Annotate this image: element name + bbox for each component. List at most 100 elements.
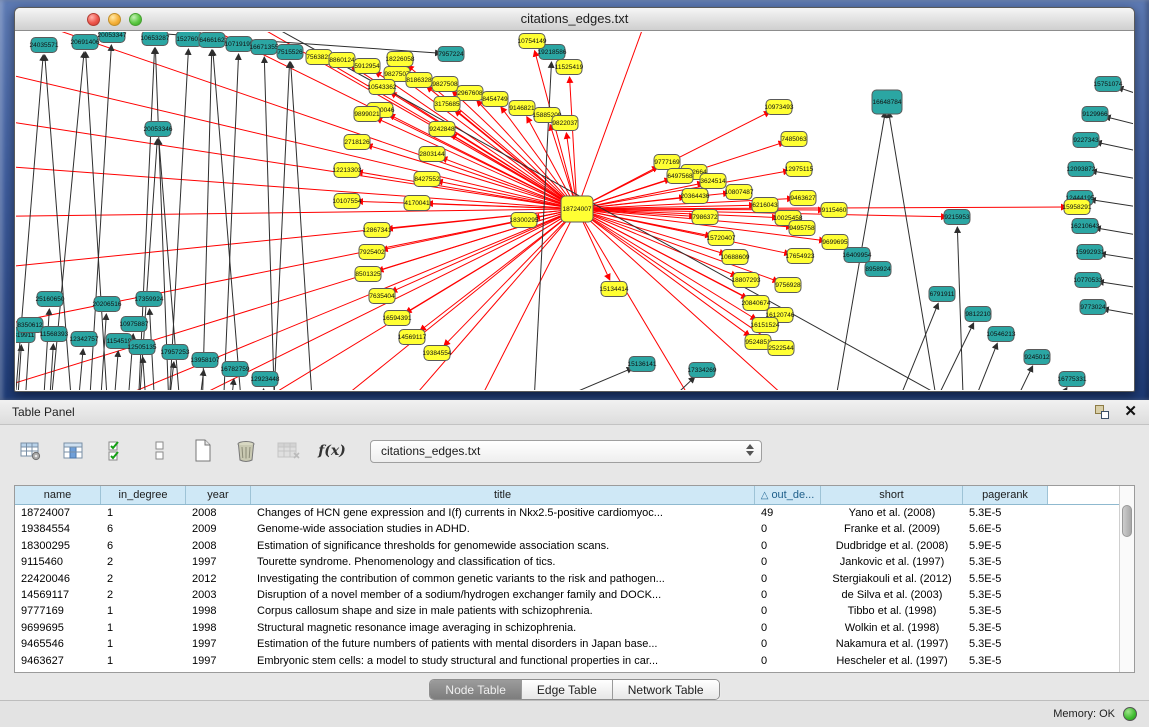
- graph-node[interactable]: 14569117: [398, 330, 427, 345]
- float-window-icon[interactable]: [1094, 404, 1110, 420]
- graph-node[interactable]: 9495758: [789, 221, 815, 236]
- graph-edge[interactable]: [420, 209, 577, 331]
- graph-node[interactable]: 17334269: [688, 363, 717, 378]
- graph-edge[interactable]: [24, 335, 29, 390]
- network-canvas[interactable]: 1872400724035571206914062005334710653287…: [16, 32, 1133, 390]
- graph-edge[interactable]: [16, 163, 577, 209]
- tab-edge-table[interactable]: Edge Table: [522, 680, 613, 699]
- graph-node[interactable]: 9463627: [790, 191, 816, 206]
- column-header-out_de[interactable]: △out_de...: [755, 486, 821, 504]
- table-row[interactable]: 1938455462009Genome-wide association stu…: [15, 521, 1134, 537]
- graph-node[interactable]: 7986372: [692, 210, 718, 225]
- graph-node[interactable]: 7925402: [359, 245, 385, 260]
- graph-edge[interactable]: [264, 57, 276, 390]
- graph-edge[interactable]: [991, 366, 1033, 390]
- graph-node[interactable]: 15134414: [600, 282, 629, 297]
- graph-edge[interactable]: [376, 118, 577, 209]
- delete-table-disabled-button[interactable]: [274, 437, 304, 465]
- graph-edge[interactable]: [16, 64, 577, 209]
- graph-edge[interactable]: [957, 227, 964, 390]
- new-document-button[interactable]: [188, 437, 218, 465]
- graph-node[interactable]: 9777169: [654, 155, 680, 170]
- graph-node[interactable]: 9215953: [944, 210, 970, 225]
- graph-node[interactable]: 17654923: [786, 249, 815, 264]
- graph-node[interactable]: 8427552: [414, 172, 440, 187]
- column-header-year[interactable]: year: [186, 486, 251, 504]
- graph-node[interactable]: 12093872: [1067, 162, 1096, 177]
- graph-node[interactable]: 9242848: [429, 122, 455, 137]
- graph-node[interactable]: 9115460: [821, 203, 847, 218]
- column-visibility-button[interactable]: [59, 437, 89, 465]
- graph-node[interactable]: 15751074: [1094, 77, 1123, 92]
- graph-edge[interactable]: [112, 351, 118, 390]
- graph-node[interactable]: 8501325: [355, 267, 381, 282]
- zoom-window-icon[interactable]: [129, 13, 142, 26]
- graph-node[interactable]: 16151524: [751, 318, 780, 333]
- graph-node[interactable]: 10107554: [333, 194, 362, 209]
- graph-node[interactable]: 7563822: [306, 50, 332, 65]
- table-row[interactable]: 969969511998Structural magnetic resonanc…: [15, 620, 1134, 636]
- graph-node[interactable]: 1527602: [176, 32, 202, 47]
- column-header-name[interactable]: name: [15, 486, 101, 504]
- table-row[interactable]: 2242004622012Investigating the contribut…: [15, 571, 1134, 587]
- graph-node[interactable]: 2803144: [419, 147, 445, 162]
- graph-node[interactable]: 7515526: [277, 45, 303, 60]
- graph-node[interactable]: 15958291: [1063, 200, 1092, 215]
- graph-node[interactable]: 9245012: [1024, 350, 1050, 365]
- table-selector-dropdown[interactable]: citations_edges.txt: [370, 440, 762, 463]
- graph-node[interactable]: 15136141: [628, 357, 657, 372]
- table-row[interactable]: 946362711997Embryonic stem cells: a mode…: [15, 653, 1134, 669]
- graph-node[interactable]: 16671355: [250, 40, 279, 55]
- graph-edge[interactable]: [889, 112, 941, 390]
- graph-edge[interactable]: [1100, 254, 1133, 264]
- graph-node[interactable]: 16648784: [872, 90, 902, 114]
- graph-node[interactable]: 16210643: [1071, 219, 1100, 234]
- graph-node[interactable]: 19384554: [423, 346, 452, 361]
- graph-edge[interactable]: [1026, 388, 1067, 390]
- graph-edge[interactable]: [1098, 282, 1133, 292]
- graph-node[interactable]: 16775331: [1058, 372, 1087, 387]
- table-row[interactable]: 946554611997Estimation of the future num…: [15, 636, 1134, 652]
- graph-edge[interactable]: [1096, 142, 1133, 157]
- table-row[interactable]: 1830029562008Estimation of significance …: [15, 538, 1134, 554]
- split-view-button[interactable]: [145, 437, 175, 465]
- graph-node[interactable]: 8860124: [329, 53, 355, 68]
- tab-network-table[interactable]: Network Table: [613, 680, 719, 699]
- column-header-in_degree[interactable]: in_degree: [101, 486, 186, 504]
- graph-node[interactable]: 6791911: [929, 287, 955, 302]
- graph-edge[interactable]: [1091, 171, 1133, 184]
- graph-node[interactable]: 9812210: [965, 307, 991, 322]
- graph-node[interactable]: 10688609: [721, 250, 750, 265]
- graph-edge[interactable]: [213, 50, 246, 390]
- column-header-title[interactable]: title: [251, 486, 755, 504]
- graph-edge[interactable]: [258, 389, 264, 390]
- graph-node[interactable]: 6216043: [752, 198, 778, 213]
- graph-node[interactable]: 10543362: [368, 80, 397, 95]
- graph-node[interactable]: 6466162: [199, 33, 225, 48]
- graph-node[interactable]: 17957253: [161, 345, 190, 360]
- graph-edge[interactable]: [577, 32, 653, 209]
- row-checkboxes-button[interactable]: [102, 437, 132, 465]
- graph-edge[interactable]: [916, 323, 974, 390]
- graph-node[interactable]: 9699695: [822, 235, 848, 250]
- graph-node[interactable]: 15720407: [707, 231, 736, 246]
- graph-node[interactable]: 4170041: [404, 196, 430, 211]
- graph-node[interactable]: 12342757: [70, 332, 99, 347]
- graph-node[interactable]: 2522544: [768, 341, 794, 356]
- graph-node[interactable]: 7957224: [438, 47, 464, 62]
- graph-node[interactable]: 9822037: [552, 116, 578, 131]
- graph-edge[interactable]: [446, 368, 633, 390]
- graph-node[interactable]: 18300295: [510, 213, 539, 228]
- graph-node[interactable]: 9899021: [354, 107, 380, 122]
- graph-node[interactable]: 3624514: [700, 174, 726, 189]
- graph-node[interactable]: 10975887: [120, 317, 149, 332]
- graph-node[interactable]: 10546213: [987, 327, 1016, 342]
- graph-node[interactable]: 20840674: [742, 296, 771, 311]
- graph-node[interactable]: 11568393: [40, 327, 69, 342]
- graph-node[interactable]: 16594391: [383, 311, 412, 326]
- graph-edge[interactable]: [1090, 200, 1133, 212]
- table-row[interactable]: 911546021997Tourette syndrome. Phenomeno…: [15, 554, 1134, 570]
- graph-edge[interactable]: [1103, 309, 1133, 320]
- graph-node[interactable]: 9827508: [432, 77, 458, 92]
- graph-node[interactable]: 20691406: [71, 35, 100, 50]
